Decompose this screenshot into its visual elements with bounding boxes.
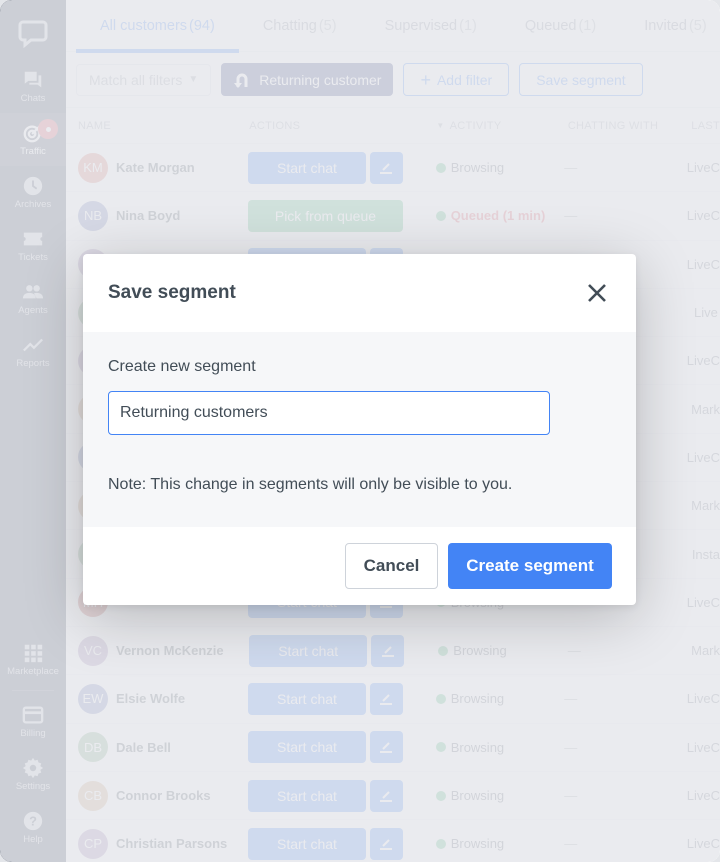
modal-footer: Cancel Create segment bbox=[83, 527, 636, 605]
close-button[interactable] bbox=[583, 279, 611, 307]
segment-name-input[interactable] bbox=[108, 391, 550, 435]
modal-body: Create new segment Note: This change in … bbox=[83, 332, 636, 527]
visibility-note: Note: This change in segments will only … bbox=[108, 476, 513, 493]
modal-header: Save segment bbox=[83, 254, 636, 332]
save-segment-modal: Save segment Create new segment Note: Th… bbox=[83, 254, 636, 605]
create-segment-button[interactable]: Create segment bbox=[448, 543, 612, 589]
app-window: Chats Traffic Archives Tickets Agents Re… bbox=[0, 0, 720, 862]
close-icon bbox=[588, 284, 606, 302]
segment-name-label: Create new segment bbox=[108, 358, 256, 375]
cancel-button[interactable]: Cancel bbox=[345, 543, 438, 589]
modal-title: Save segment bbox=[108, 282, 236, 303]
